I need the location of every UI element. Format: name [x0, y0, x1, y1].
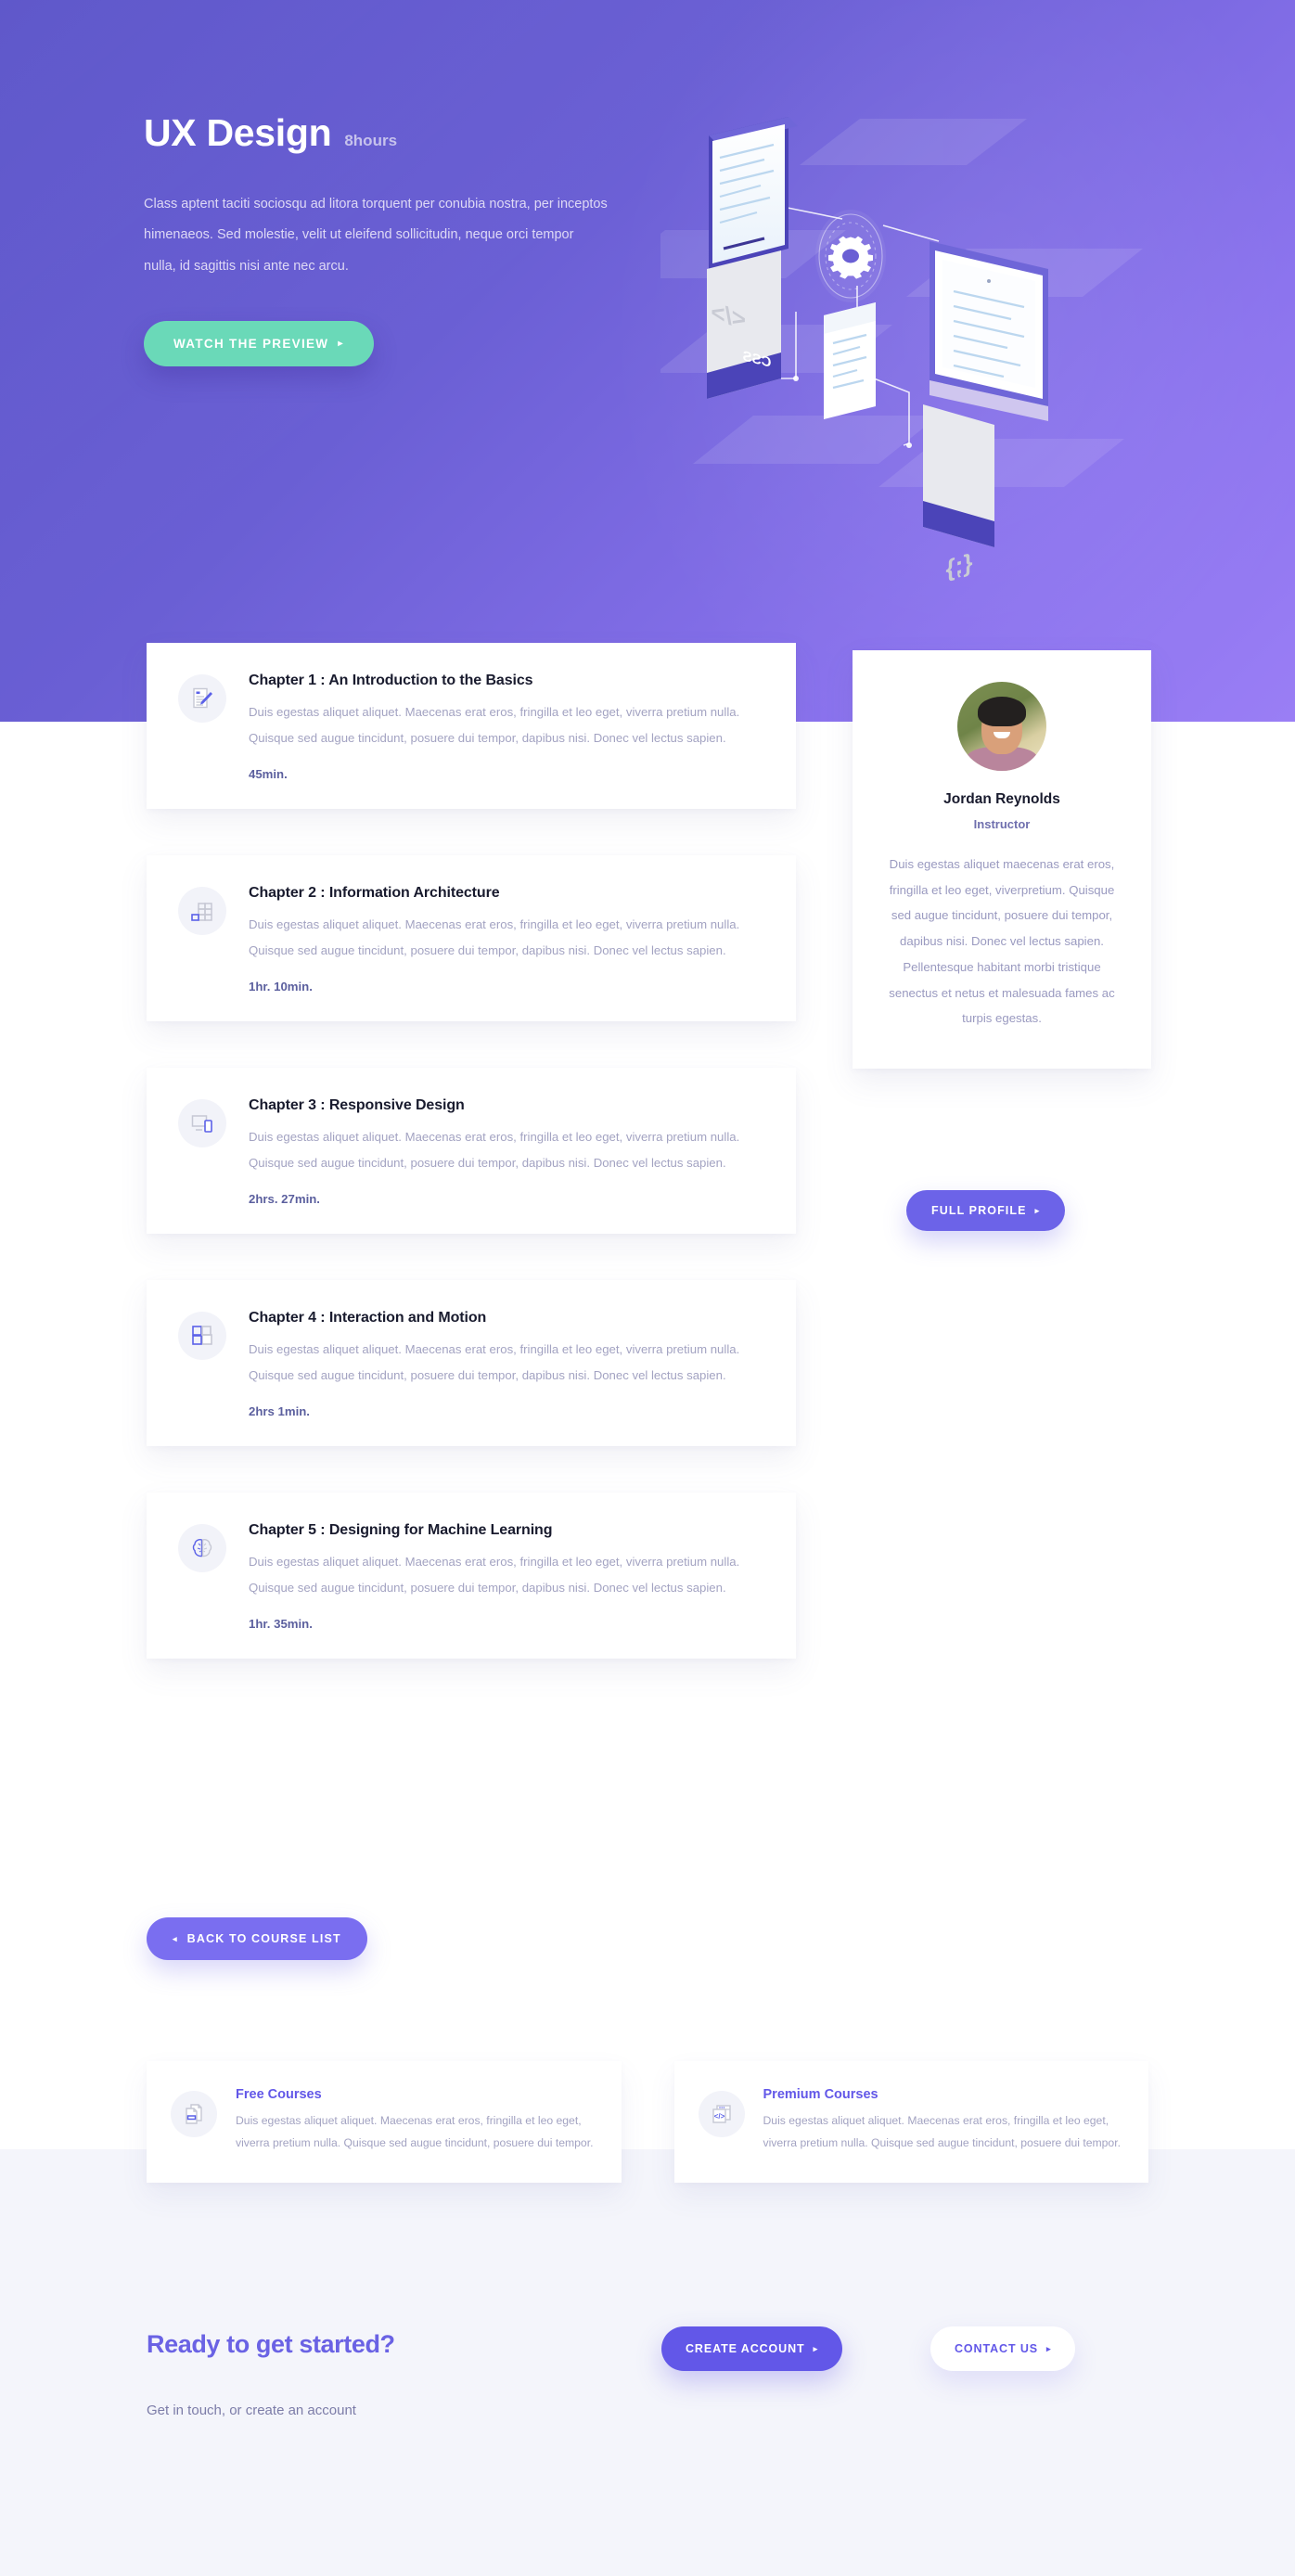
chapter-description: Duis egestas aliquet aliquet. Maecenas e… [249, 1554, 740, 1595]
course-type-description: Duis egestas aliquet aliquet. Maecenas e… [236, 2114, 594, 2149]
documents-stack-icon [171, 2091, 217, 2137]
chevron-right-icon: ▸ [1034, 1205, 1041, 1215]
full-profile-button[interactable]: FULL PROFILE ▸ [906, 1190, 1066, 1231]
document-edit-icon [178, 674, 226, 723]
create-account-button[interactable]: CREATE ACCOUNT ▸ [661, 2326, 842, 2371]
course-type-row: Free Courses Duis egestas aliquet alique… [147, 2061, 1148, 2183]
avatar-hair [978, 697, 1026, 726]
chapter-duration: 45min. [249, 766, 288, 781]
full-profile-label: FULL PROFILE [931, 1204, 1027, 1217]
course-type-title: Premium Courses [763, 2087, 878, 2102]
grid-blocks-icon [178, 886, 226, 935]
chapter-body: Chapter 1 : An Introduction to the Basic… [249, 671, 763, 781]
chevron-right-icon: ▸ [1046, 2343, 1052, 2353]
chapter-title: Chapter 1 : An Introduction to the Basic… [249, 673, 533, 688]
svg-text:</>: </> [713, 2112, 724, 2121]
full-profile-button-wrap: FULL PROFILE ▸ [906, 1190, 1066, 1231]
chapter-card[interactable]: Chapter 3 : Responsive Design Duis egest… [147, 1067, 796, 1234]
chapter-card[interactable]: Chapter 4 : Interaction and Motion Duis … [147, 1279, 796, 1446]
chevron-right-icon: ▸ [338, 338, 344, 349]
chapter-card[interactable]: Chapter 1 : An Introduction to the Basic… [147, 643, 796, 809]
watch-preview-label: WATCH THE PREVIEW [173, 337, 329, 352]
overlapping-squares-icon [178, 1311, 226, 1360]
illustration-laptop [930, 241, 1048, 421]
hero-title-row: UX Design 8hours [144, 111, 626, 155]
chapter-description: Duis egestas aliquet aliquet. Maecenas e… [249, 1341, 740, 1382]
brain-icon [178, 1523, 226, 1572]
back-to-course-list-button[interactable]: ◂ BACK TO COURSE LIST [147, 1917, 367, 1960]
chapter-duration: 2hrs. 27min. [249, 1191, 320, 1206]
code-window-icon: </> [698, 2091, 745, 2137]
cta-heading: Ready to get started? [147, 2330, 395, 2358]
hero-text-block: UX Design 8hours Class aptent taciti soc… [144, 111, 626, 367]
illustration-html-card: {;} html [923, 404, 994, 583]
chapter-title: Chapter 3 : Responsive Design [249, 1096, 465, 1113]
cta-inner: Ready to get started? Get in touch, or c… [147, 2310, 1148, 2495]
chapter-duration: 1hr. 10min. [249, 979, 313, 993]
illustration-tablet [709, 117, 798, 269]
page-title: UX Design [144, 111, 332, 154]
course-type-title: Free Courses [236, 2087, 322, 2102]
avatar [957, 682, 1046, 771]
contact-us-button[interactable]: CONTACT US ▸ [930, 2326, 1076, 2371]
illustration-gear [815, 210, 886, 302]
chapter-title: Chapter 5 : Designing for Machine Learni… [249, 1521, 553, 1538]
free-courses-card[interactable]: Free Courses Duis egestas aliquet alique… [147, 2061, 622, 2183]
create-account-label: CREATE ACCOUNT [686, 2342, 805, 2355]
chapter-description: Duis egestas aliquet aliquet. Maecenas e… [249, 916, 740, 957]
cta-subheading: Get in touch, or create an account [147, 2403, 356, 2418]
course-duration-badge: 8hours [344, 132, 398, 149]
chapter-description: Duis egestas aliquet aliquet. Maecenas e… [249, 705, 740, 745]
hero-illustration: </> CSS {;} [660, 109, 1143, 583]
chapter-body: Chapter 4 : Interaction and Motion Duis … [249, 1308, 763, 1418]
chapter-body: Chapter 3 : Responsive Design Duis egest… [249, 1096, 763, 1206]
instructor-role: Instructor [973, 817, 1031, 831]
back-button-label: BACK TO COURSE LIST [186, 1932, 341, 1945]
hero-section: UX Design 8hours Class aptent taciti soc… [0, 0, 1295, 722]
illustration-phone [824, 302, 876, 419]
hero-description: Class aptent taciti sociosqu ad litora t… [144, 197, 608, 274]
chapter-duration: 2hrs 1min. [249, 1403, 310, 1418]
free-courses-body: Free Courses Duis egestas aliquet alique… [236, 2087, 594, 2155]
instructor-bio: Duis egestas aliquet maecenas erat eros,… [889, 857, 1115, 1026]
chevron-left-icon: ◂ [173, 1933, 178, 1943]
cta-section: Ready to get started? Get in touch, or c… [0, 2310, 1295, 2495]
svg-text:{;}: {;} [946, 548, 973, 583]
contact-us-label: CONTACT US [955, 2342, 1039, 2355]
course-type-description: Duis egestas aliquet aliquet. Maecenas e… [763, 2114, 1121, 2149]
instructor-card: Jordan Reynolds Instructor Duis egestas … [853, 650, 1151, 1070]
chapter-body: Chapter 2 : Information Architecture Dui… [249, 883, 763, 993]
chapter-duration: 1hr. 35min. [249, 1616, 313, 1631]
chapter-list: Chapter 1 : An Introduction to the Basic… [147, 643, 796, 1705]
chapter-title: Chapter 4 : Interaction and Motion [249, 1309, 487, 1326]
chapter-card[interactable]: Chapter 2 : Information Architecture Dui… [147, 854, 796, 1021]
premium-courses-card[interactable]: </> Premium Courses Duis egestas aliquet… [673, 2061, 1148, 2183]
course-detail-page: UX Design 8hours Class aptent taciti soc… [0, 0, 1295, 2576]
premium-courses-body: Premium Courses Duis egestas aliquet ali… [763, 2087, 1122, 2155]
chevron-right-icon: ▸ [813, 2343, 818, 2353]
illustration-css-card: </> CSS [707, 250, 781, 399]
responsive-devices-icon [178, 1098, 226, 1147]
chapter-title: Chapter 2 : Information Architecture [249, 884, 500, 901]
watch-preview-button[interactable]: WATCH THE PREVIEW ▸ [144, 321, 374, 367]
chapter-description: Duis egestas aliquet aliquet. Maecenas e… [249, 1129, 740, 1170]
back-button-wrap: ◂ BACK TO COURSE LIST [147, 1917, 367, 1960]
instructor-name: Jordan Reynolds [943, 791, 1060, 807]
chapter-body: Chapter 5 : Designing for Machine Learni… [249, 1520, 763, 1631]
chapter-card[interactable]: Chapter 5 : Designing for Machine Learni… [147, 1492, 796, 1659]
